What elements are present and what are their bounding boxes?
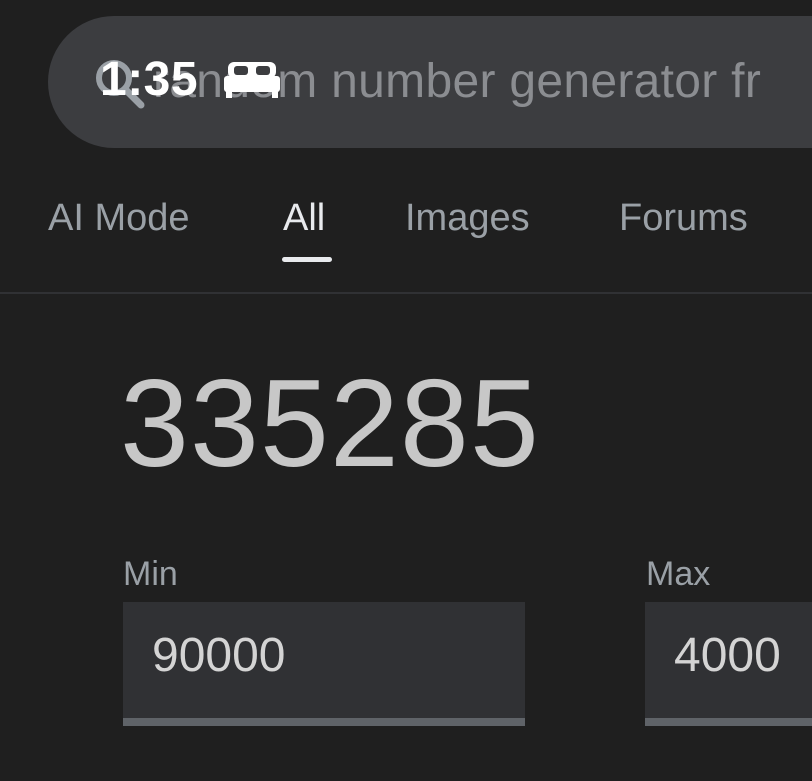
search-tabs: AI Mode All Images Forums — [0, 190, 812, 294]
generated-number: 335285 — [120, 355, 540, 493]
tab-all[interactable]: All — [283, 190, 325, 246]
min-field[interactable]: 90000 — [123, 602, 525, 726]
min-label: Min — [123, 555, 178, 593]
max-label: Max — [646, 555, 711, 593]
active-tab-indicator — [282, 257, 332, 262]
min-value[interactable]: 90000 — [152, 628, 285, 684]
max-field[interactable]: 4000 — [645, 602, 812, 726]
bed-icon — [224, 62, 280, 98]
max-value[interactable]: 4000 — [674, 628, 781, 684]
tabs-divider — [0, 292, 812, 294]
tab-ai-mode[interactable]: AI Mode — [48, 190, 190, 246]
search-results-page: random number generator fr 1:35 AI Mode … — [0, 0, 812, 781]
tab-forums[interactable]: Forums — [619, 190, 748, 246]
tab-images[interactable]: Images — [405, 190, 530, 246]
status-bar-time: 1:35 — [100, 53, 199, 106]
